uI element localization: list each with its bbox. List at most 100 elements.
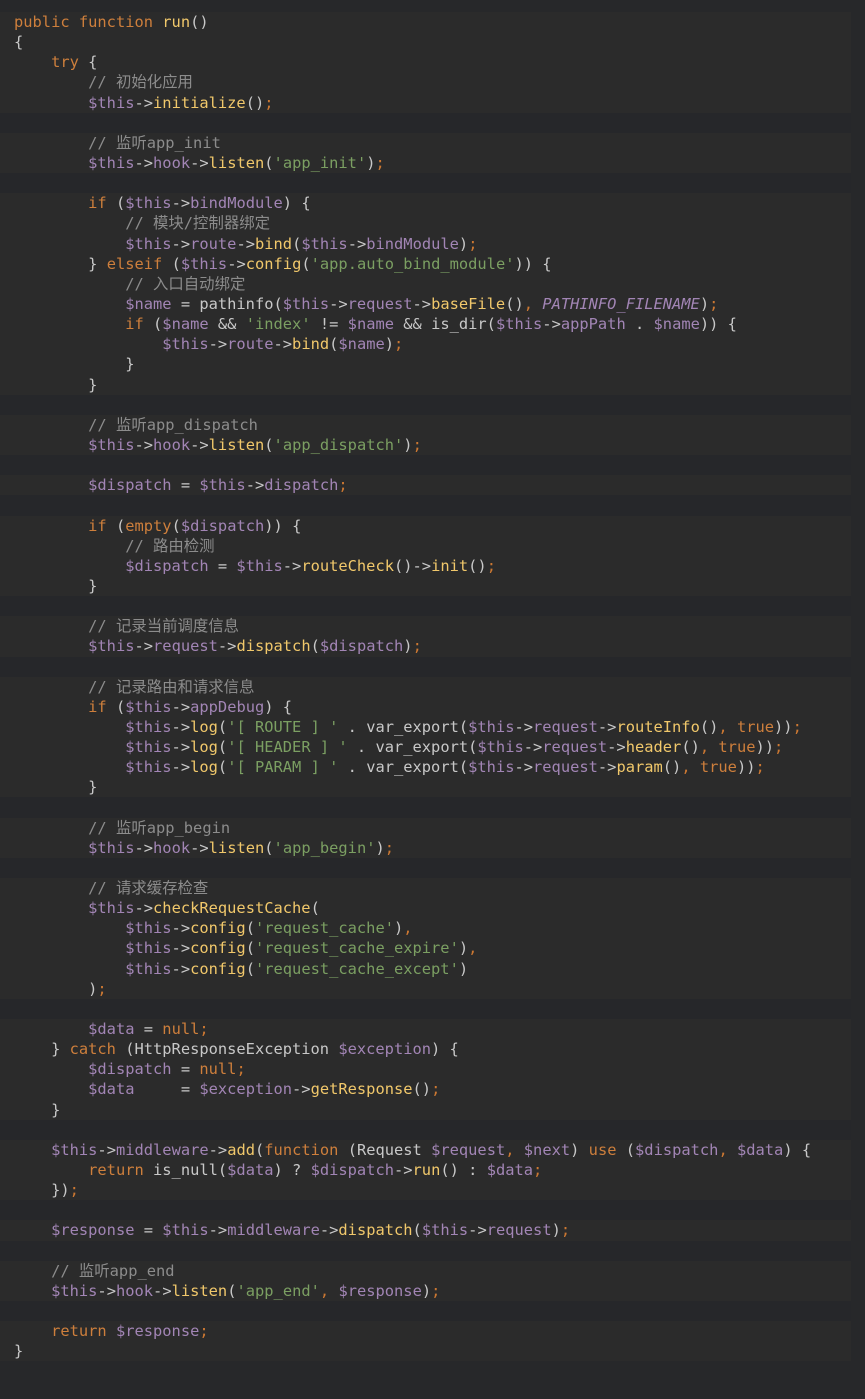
code-token-plain: ( xyxy=(245,939,255,958)
code-line: if ($this->appDebug) { xyxy=(0,697,851,717)
code-token-plain: ) xyxy=(551,1221,561,1240)
code-token-plain: } xyxy=(14,1342,24,1361)
code-token-plain: -> xyxy=(514,758,534,777)
code-token-plain: ( xyxy=(264,153,274,172)
code-token-plain: )) { xyxy=(264,516,302,535)
code-token-semi: ; xyxy=(199,1322,209,1341)
code-token-plain: ( xyxy=(171,516,181,535)
code-token-plain: ) xyxy=(403,637,413,656)
code-token-plain: ) xyxy=(458,959,469,978)
code-line xyxy=(0,112,851,133)
code-token-var: bindModule xyxy=(366,234,459,253)
code-token-plain: ( xyxy=(153,315,163,334)
code-line: // 记录路由和请求信息 xyxy=(0,677,851,697)
code-token-var: $this xyxy=(88,637,135,656)
code-token-plain: () xyxy=(681,738,700,757)
code-token-plain: -> xyxy=(171,959,191,978)
code-token-var: $next xyxy=(523,1140,571,1159)
code-token-var: appPath xyxy=(560,315,626,334)
code-token-plain: () xyxy=(412,1080,432,1099)
code-line: // 请求缓存检查 xyxy=(0,878,851,898)
code-token-fn: routeCheck xyxy=(301,556,394,575)
code-token-var: $dispatch xyxy=(635,1140,719,1159)
code-token-fn: getResponse xyxy=(310,1080,413,1099)
code-token-var: $this xyxy=(125,959,172,978)
code-line xyxy=(0,1301,851,1322)
code-line: public function run() xyxy=(0,12,851,32)
code-token-plain: ) xyxy=(14,979,98,998)
code-token-fn: listen xyxy=(208,435,265,454)
code-token-plain: ( xyxy=(412,1221,422,1240)
code-token-var: $this xyxy=(282,294,330,313)
code-token-plain: -> xyxy=(282,556,302,575)
code-token-plain: -> xyxy=(153,1281,172,1300)
code-token-plain: -> xyxy=(523,738,543,757)
code-line: // 监听app_end xyxy=(0,1261,851,1281)
code-token-plain: -> xyxy=(97,1281,116,1300)
code-line: // 模块/控制器绑定 xyxy=(0,213,851,233)
code-token-plain: . var_export( xyxy=(347,738,478,757)
code-token-var: $this xyxy=(125,919,172,938)
code-token-var: $name xyxy=(338,335,385,354)
code-token-plain: ( xyxy=(245,919,255,938)
code-token-plain: () xyxy=(468,556,487,575)
code-token-semi: ; xyxy=(533,1161,543,1180)
code-token-plain: ( xyxy=(115,516,126,535)
code-token-plain: is_null( xyxy=(153,1161,228,1180)
code-token-fn: config xyxy=(190,919,246,938)
code-token-com: // 路由检测 xyxy=(125,536,215,555)
code-token-fn: listen xyxy=(171,1281,228,1300)
code-token-var: $dispatch xyxy=(88,476,172,495)
code-token-var: appDebug xyxy=(190,697,265,716)
code-token-var: $this xyxy=(125,738,172,757)
code-token-fn: config xyxy=(245,254,302,273)
code-line xyxy=(0,1200,851,1221)
code-token-plain: ()-> xyxy=(393,556,432,575)
code-line: } xyxy=(0,1100,851,1120)
code-line: // 入口自动绑定 xyxy=(0,274,851,294)
code-block[interactable]: public function run(){ try { // 初始化应用 $t… xyxy=(0,12,851,1362)
code-token-var: hook xyxy=(153,153,191,172)
code-token-var: $data xyxy=(486,1161,534,1180)
code-token-plain: } xyxy=(14,778,98,797)
code-token-plain: } xyxy=(88,254,107,273)
code-token-plain: () xyxy=(505,294,524,313)
code-line: $dispatch = $this->dispatch; xyxy=(0,475,851,495)
code-line: $this->hook->listen('app_begin'); xyxy=(0,838,851,858)
code-token-plain: ) xyxy=(458,939,469,958)
code-token-plain: () xyxy=(699,717,719,736)
code-line xyxy=(0,455,851,476)
code-token-var: $response xyxy=(51,1221,135,1240)
code-token-fn: initialize xyxy=(153,93,246,112)
code-token-plain: = xyxy=(171,1060,200,1079)
code-token-plain: ) { xyxy=(431,1040,459,1059)
code-line: $this->config('request_cache_expire'), xyxy=(0,938,851,958)
code-token-fn: init xyxy=(431,556,469,575)
code-token-plain: -> xyxy=(245,476,265,495)
code-token-com: // 监听app_begin xyxy=(88,818,231,837)
code-token-plain: . xyxy=(625,315,654,334)
code-token-plain: ) ? xyxy=(273,1161,311,1180)
code-token-var: middleware xyxy=(115,1140,209,1159)
code-token-plain: -> xyxy=(597,758,617,777)
code-token-var: request xyxy=(542,738,608,757)
code-token-semi: ; xyxy=(97,979,107,998)
code-token-plain: ) { xyxy=(282,194,311,213)
code-token-kw: true xyxy=(718,738,756,757)
code-token-fn: dispatch xyxy=(236,637,311,656)
code-token-kw: if xyxy=(88,516,116,535)
code-token-kw: use xyxy=(588,1140,626,1159)
code-line: return is_null($data) ? $dispatch->run()… xyxy=(0,1160,851,1180)
code-token-fn: param xyxy=(616,758,663,777)
code-token-var: $this xyxy=(125,234,172,253)
code-token-plain: -> xyxy=(171,717,191,736)
